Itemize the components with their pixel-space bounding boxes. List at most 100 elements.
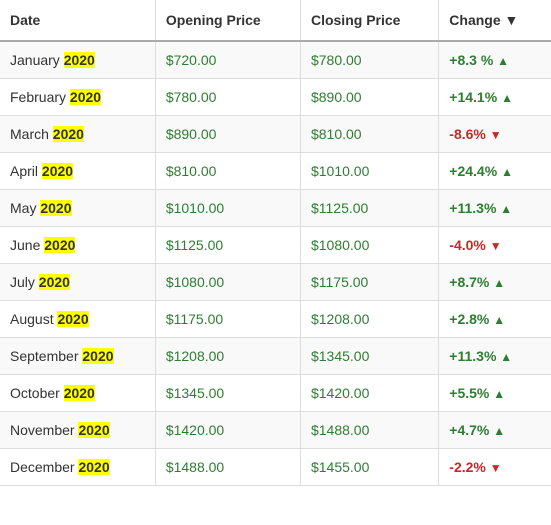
table-row: February 2020$780.00$890.00+14.1% ▲ (0, 79, 551, 116)
year-badge: 2020 (42, 163, 73, 179)
change-value: +14.1% (449, 89, 497, 105)
year-badge: 2020 (70, 89, 101, 105)
opening-price-cell: $1010.00 (155, 190, 300, 227)
arrow-up-icon: ▲ (493, 387, 505, 401)
opening-price-cell: $810.00 (155, 153, 300, 190)
table-row: April 2020$810.00$1010.00+24.4% ▲ (0, 153, 551, 190)
arrow-up-icon: ▲ (501, 91, 513, 105)
closing-price-cell: $1488.00 (300, 412, 438, 449)
change-value: +24.4% (449, 163, 497, 179)
change-cell: +14.1% ▲ (439, 79, 551, 116)
date-cell: March 2020 (0, 116, 155, 153)
opening-price-cell: $1208.00 (155, 338, 300, 375)
closing-price-cell: $1455.00 (300, 449, 438, 486)
table-row: August 2020$1175.00$1208.00+2.8% ▲ (0, 301, 551, 338)
change-cell: +5.5% ▲ (439, 375, 551, 412)
year-badge: 2020 (78, 459, 109, 475)
date-cell: October 2020 (0, 375, 155, 412)
closing-price-cell: $1125.00 (300, 190, 438, 227)
date-cell: November 2020 (0, 412, 155, 449)
arrow-up-icon: ▲ (493, 424, 505, 438)
change-value: +5.5% (449, 385, 489, 401)
opening-price-cell: $720.00 (155, 41, 300, 79)
change-cell: +4.7% ▲ (439, 412, 551, 449)
arrow-down-icon: ▼ (490, 461, 502, 475)
opening-price-cell: $1345.00 (155, 375, 300, 412)
year-badge: 2020 (64, 52, 95, 68)
change-value: +11.3% (449, 348, 496, 364)
table-row: December 2020$1488.00$1455.00-2.2% ▼ (0, 449, 551, 486)
date-cell: April 2020 (0, 153, 155, 190)
arrow-up-icon: ▲ (501, 165, 513, 179)
opening-price-cell: $890.00 (155, 116, 300, 153)
table-row: June 2020$1125.00$1080.00-4.0% ▼ (0, 227, 551, 264)
change-value: +8.7% (449, 274, 489, 290)
closing-price-cell: $1345.00 (300, 338, 438, 375)
date-cell: December 2020 (0, 449, 155, 486)
change-cell: -4.0% ▼ (439, 227, 551, 264)
closing-price-cell: $1420.00 (300, 375, 438, 412)
change-cell: +8.3 % ▲ (439, 41, 551, 79)
change-value: -2.2% (449, 459, 486, 475)
closing-price-cell: $890.00 (300, 79, 438, 116)
change-cell: +8.7% ▲ (439, 264, 551, 301)
year-badge: 2020 (57, 311, 88, 327)
date-cell: September 2020 (0, 338, 155, 375)
table-row: November 2020$1420.00$1488.00+4.7% ▲ (0, 412, 551, 449)
date-cell: July 2020 (0, 264, 155, 301)
opening-price-cell: $1175.00 (155, 301, 300, 338)
year-badge: 2020 (39, 274, 70, 290)
table-row: May 2020$1010.00$1125.00+11.3% ▲ (0, 190, 551, 227)
closing-price-cell: $1080.00 (300, 227, 438, 264)
year-badge: 2020 (82, 348, 113, 364)
change-value: +2.8% (449, 311, 489, 327)
table-row: October 2020$1345.00$1420.00+5.5% ▲ (0, 375, 551, 412)
change-value: -8.6% (449, 126, 486, 142)
closing-price-cell: $1208.00 (300, 301, 438, 338)
closing-price-cell: $780.00 (300, 41, 438, 79)
date-cell: August 2020 (0, 301, 155, 338)
arrow-down-icon: ▼ (490, 128, 502, 142)
change-cell: +2.8% ▲ (439, 301, 551, 338)
opening-price-cell: $1420.00 (155, 412, 300, 449)
arrow-up-icon: ▲ (493, 276, 505, 290)
change-cell: -8.6% ▼ (439, 116, 551, 153)
change-value: +4.7% (449, 422, 489, 438)
change-cell: +11.3% ▲ (439, 338, 551, 375)
arrow-up-icon: ▲ (493, 313, 505, 327)
year-badge: 2020 (53, 126, 84, 142)
closing-price-cell: $1175.00 (300, 264, 438, 301)
header-opening: Opening Price (155, 0, 300, 41)
table-row: January 2020$720.00$780.00+8.3 % ▲ (0, 41, 551, 79)
date-cell: June 2020 (0, 227, 155, 264)
change-cell: -2.2% ▼ (439, 449, 551, 486)
change-value: -4.0% (449, 237, 486, 253)
arrow-down-icon: ▼ (490, 239, 502, 253)
arrow-up-icon: ▲ (497, 54, 509, 68)
opening-price-cell: $780.00 (155, 79, 300, 116)
price-table: Date Opening Price Closing Price Change … (0, 0, 551, 486)
table-row: July 2020$1080.00$1175.00+8.7% ▲ (0, 264, 551, 301)
table-row: September 2020$1208.00$1345.00+11.3% ▲ (0, 338, 551, 375)
closing-price-cell: $1010.00 (300, 153, 438, 190)
change-value: +11.3% (449, 200, 496, 216)
date-cell: February 2020 (0, 79, 155, 116)
change-cell: +11.3% ▲ (439, 190, 551, 227)
opening-price-cell: $1125.00 (155, 227, 300, 264)
year-badge: 2020 (78, 422, 109, 438)
date-cell: May 2020 (0, 190, 155, 227)
year-badge: 2020 (40, 200, 71, 216)
date-cell: January 2020 (0, 41, 155, 79)
header-closing: Closing Price (300, 0, 438, 41)
change-value: +8.3 % (449, 52, 493, 68)
opening-price-cell: $1488.00 (155, 449, 300, 486)
year-badge: 2020 (44, 237, 75, 253)
header-date: Date (0, 0, 155, 41)
arrow-up-icon: ▲ (500, 350, 512, 364)
header-change: Change ▼ (439, 0, 551, 41)
closing-price-cell: $810.00 (300, 116, 438, 153)
opening-price-cell: $1080.00 (155, 264, 300, 301)
table-row: March 2020$890.00$810.00-8.6% ▼ (0, 116, 551, 153)
year-badge: 2020 (64, 385, 95, 401)
change-cell: +24.4% ▲ (439, 153, 551, 190)
